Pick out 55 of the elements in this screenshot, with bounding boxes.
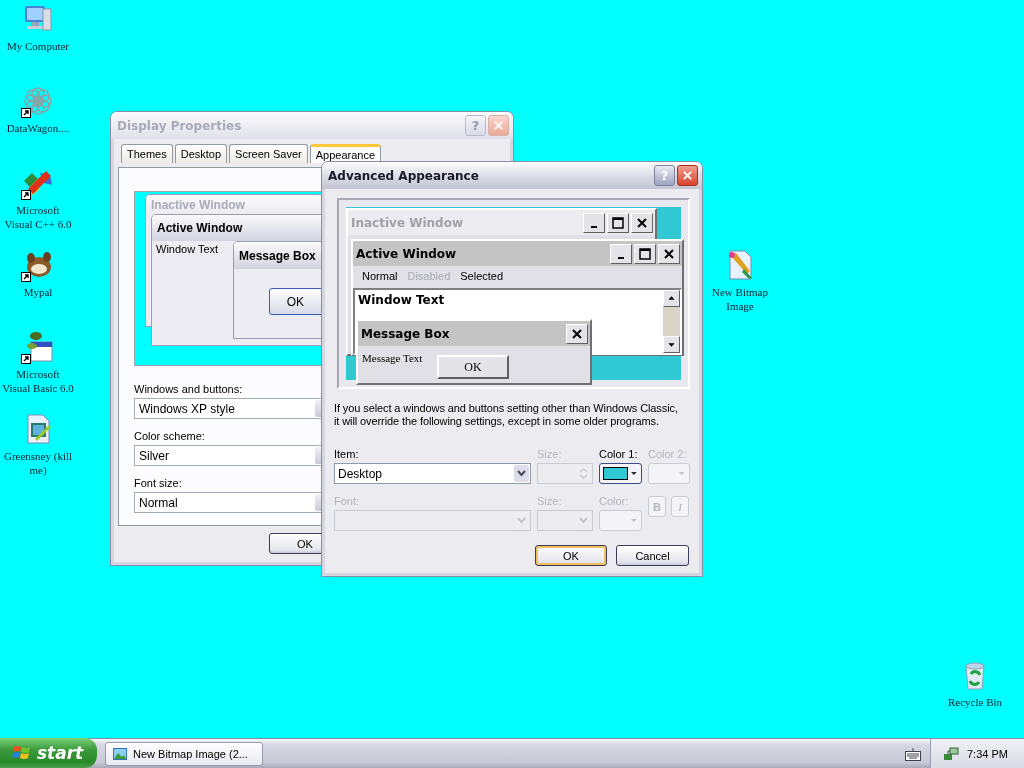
- start-button[interactable]: start: [0, 738, 97, 768]
- menu-item[interactable]: Normal: [357, 270, 403, 282]
- ok-button[interactable]: OK: [535, 545, 607, 566]
- field-label: Font size:: [134, 476, 183, 490]
- desktop-icon-label[interactable]: My Computer: [7, 39, 69, 53]
- close-icon: [682, 170, 693, 181]
- minimize-icon: [591, 226, 597, 228]
- scroll-up-icon[interactable]: [663, 290, 680, 307]
- field-label: Color 1:: [599, 448, 638, 460]
- message-box-title: Message Box: [361, 326, 451, 341]
- maximize-button[interactable]: [634, 243, 656, 264]
- minimize-icon: [618, 257, 624, 259]
- desktop-icon-label[interactable]: Microsoft Visual Basic 6.0: [2, 367, 74, 395]
- minimize-button[interactable]: [583, 212, 605, 233]
- taskbar-button[interactable]: New Bitmap Image (2...: [105, 741, 263, 766]
- close-button[interactable]: [677, 165, 698, 186]
- dropdown[interactable]: Desktop: [334, 463, 531, 484]
- close-icon: [663, 247, 675, 260]
- window-text: Window Text: [156, 243, 219, 255]
- keyboard-icon[interactable]: [905, 746, 921, 761]
- window-title: Advanced Appearance: [328, 168, 480, 183]
- field-label: Item:: [334, 448, 359, 460]
- desktop-icon-label[interactable]: Recycle Bin: [947, 695, 1003, 709]
- desktop-icon-label[interactable]: Greensney (kill me): [3, 449, 73, 477]
- desktop-icon-label[interactable]: Mypal: [23, 285, 53, 299]
- ok-button[interactable]: OK: [437, 355, 509, 379]
- scrollbar[interactable]: [663, 290, 680, 353]
- scroll-down-icon[interactable]: [663, 336, 680, 353]
- tab[interactable]: Desktop: [174, 144, 228, 163]
- tab[interactable]: Screen Saver: [229, 144, 308, 163]
- info-text: If you select a windows and buttons setting other than Windows Classic, it will override the following settings, except in some older programs.: [334, 402, 679, 428]
- menu-item[interactable]: Selected: [455, 270, 509, 282]
- close-icon: [571, 327, 583, 340]
- cancel-button[interactable]: Cancel: [616, 545, 689, 566]
- desktop-icon-label[interactable]: DataWagon....: [6, 121, 70, 135]
- clock[interactable]: 7:34 PM: [967, 747, 1008, 760]
- close-icon: [493, 120, 504, 131]
- desktop-icon-label[interactable]: Microsoft Visual C++ 6.0: [4, 203, 72, 231]
- network-icon[interactable]: [943, 745, 959, 762]
- window-title: Display Properties: [117, 118, 243, 133]
- maximize-button[interactable]: [607, 212, 629, 233]
- color-picker[interactable]: [599, 463, 642, 484]
- message-text: Message Text: [362, 352, 423, 364]
- close-icon: [636, 216, 648, 229]
- window-text: Window Text: [358, 293, 445, 307]
- minimize-button[interactable]: [610, 243, 632, 264]
- maximize-icon: [612, 216, 624, 229]
- maximize-icon: [639, 247, 651, 260]
- field-label: Color scheme:: [134, 429, 206, 443]
- desktop-icon-label[interactable]: New Bitmap Image: [712, 285, 768, 313]
- tab[interactable]: Appearance: [309, 144, 382, 163]
- flower-icon[interactable]: [22, 85, 54, 117]
- image-file-icon: [112, 745, 128, 762]
- tab[interactable]: Themes: [121, 144, 173, 163]
- field-label: Windows and buttons:: [134, 382, 244, 396]
